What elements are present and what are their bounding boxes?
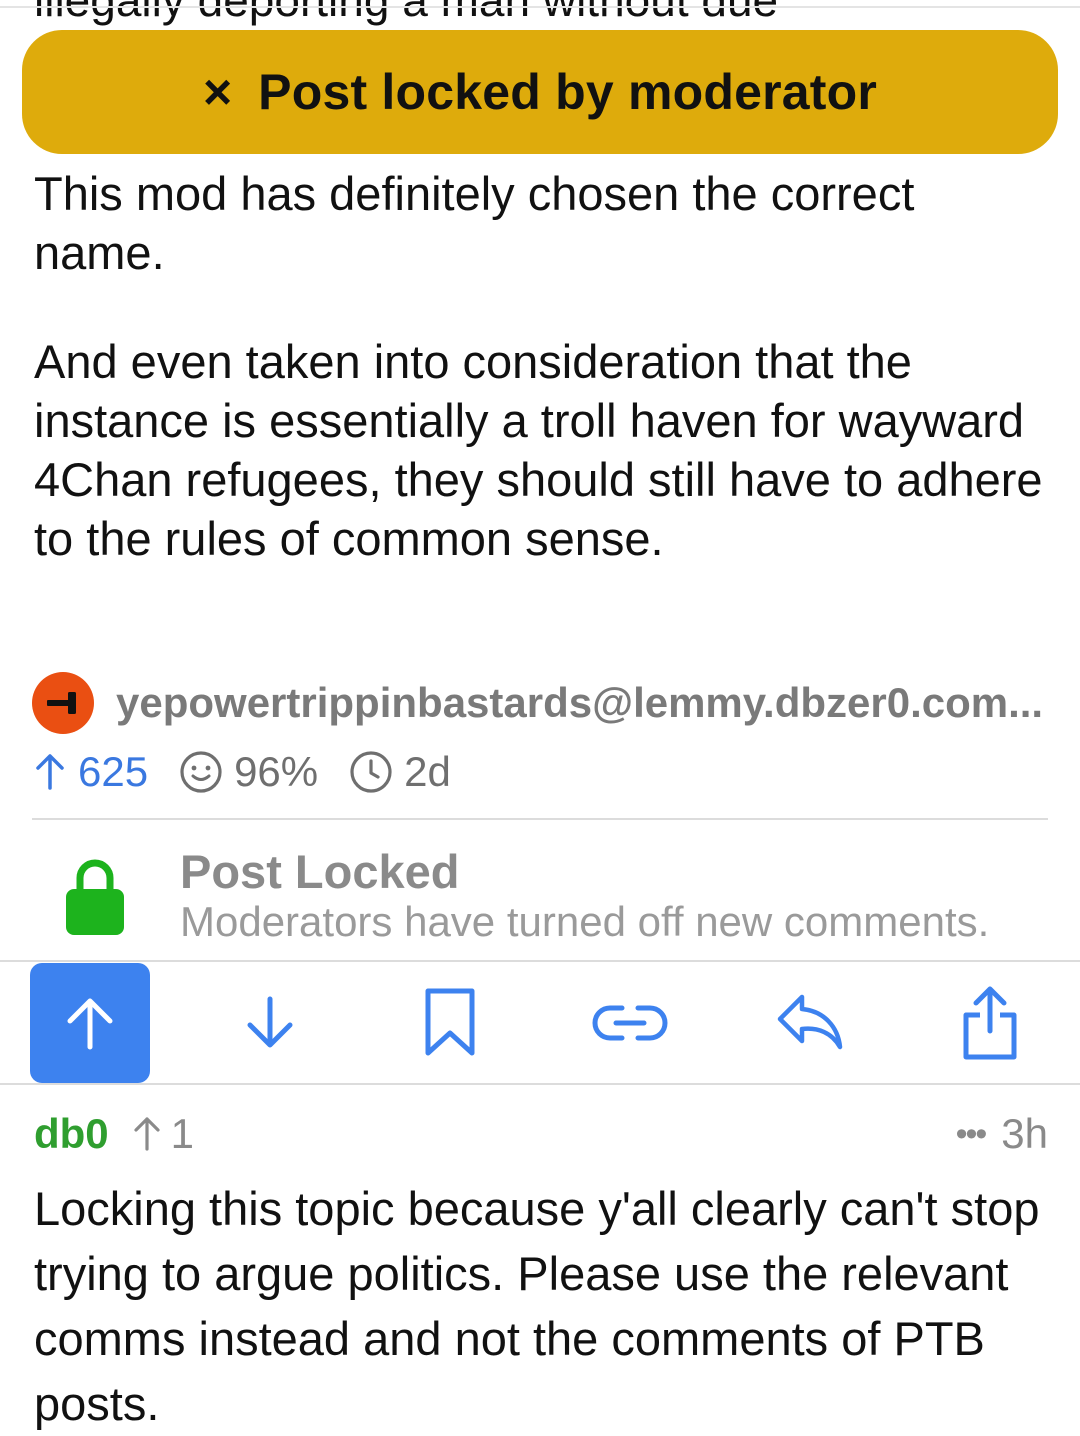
arrow-up-icon — [36, 754, 64, 790]
comment-score: 1 — [131, 1110, 194, 1158]
smiley-icon — [180, 751, 222, 793]
post-screen: illegally deporting a man without due × … — [0, 0, 1080, 1436]
age-value: 2d — [404, 748, 451, 795]
upvote-count: 625 — [32, 748, 148, 796]
locked-banner[interactable]: × Post locked by moderator — [22, 30, 1058, 154]
post-body: This mod has definitely chosen the corre… — [34, 164, 1044, 618]
share-button[interactable] — [930, 963, 1050, 1083]
arrow-down-icon — [247, 996, 293, 1048]
divider — [0, 1083, 1080, 1085]
upvote-button[interactable] — [30, 963, 150, 1083]
comment-body: Locking this topic because y'all clearly… — [34, 1182, 1040, 1430]
downvote-button[interactable] — [210, 963, 330, 1083]
ratio-value: 96% — [234, 748, 319, 795]
comment-age: 3h — [1001, 1110, 1048, 1157]
post-action-bar — [0, 963, 1080, 1083]
locked-title: Post Locked — [180, 845, 460, 898]
comment-header: db0 1 ••• 3h — [34, 1106, 1048, 1162]
arrow-up-icon — [67, 998, 113, 1050]
post-stats: 625 96% 2d — [32, 744, 481, 800]
post-author[interactable]: yepowertrippinbastards@lemmy.dbzer0.com.… — [116, 679, 1043, 727]
comment-score-value: 1 — [170, 1110, 195, 1157]
locked-subtitle: Moderators have turned off new comments. — [180, 898, 990, 945]
save-button[interactable] — [390, 963, 510, 1083]
post-paragraph: This mod has definitely chosen the corre… — [34, 167, 915, 279]
post-title-clipped: illegally deporting a man without due — [34, 0, 779, 26]
close-icon[interactable]: × — [203, 67, 232, 117]
upvote-ratio: 96% — [178, 748, 318, 796]
reply-button[interactable] — [750, 963, 870, 1083]
divider — [32, 818, 1048, 820]
reply-icon — [777, 994, 843, 1050]
bookmark-icon — [425, 988, 475, 1056]
comment-author[interactable]: db0 — [34, 1110, 109, 1158]
top-divider — [0, 6, 1080, 8]
post-paragraph: And even taken into consideration that t… — [34, 335, 1043, 565]
gavel-icon — [47, 692, 76, 714]
post-age: 2d — [348, 748, 451, 796]
copy-link-button[interactable] — [570, 963, 690, 1083]
share-icon — [963, 986, 1017, 1060]
lock-icon — [66, 859, 124, 935]
post-author-row[interactable]: yepowertrippinbastards@lemmy.dbzer0.com.… — [32, 672, 1043, 734]
community-avatar[interactable] — [32, 672, 94, 734]
link-icon — [592, 1005, 668, 1041]
divider — [0, 960, 1080, 962]
locked-banner-text: Post locked by moderator — [258, 64, 878, 120]
clock-icon — [350, 751, 392, 793]
arrow-up-icon — [134, 1117, 160, 1151]
upvote-value: 625 — [78, 748, 149, 795]
more-options-icon[interactable]: ••• — [956, 1115, 988, 1154]
comment-meta: ••• 3h — [956, 1110, 1048, 1158]
